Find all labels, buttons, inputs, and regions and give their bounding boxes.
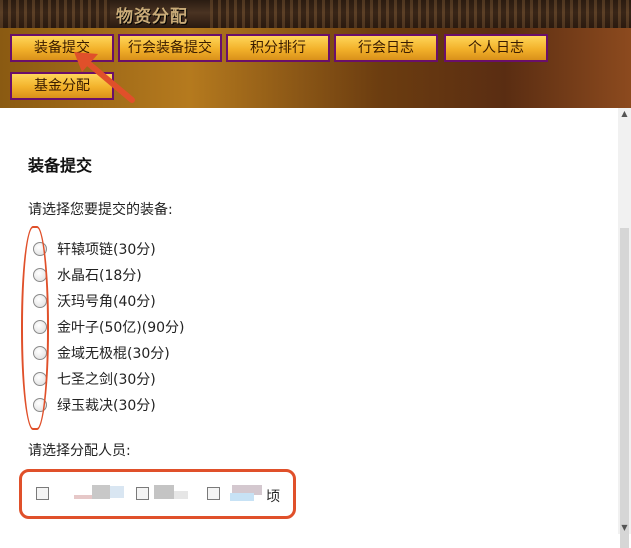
arrow-icon [74,52,135,103]
annotation-ellipse [21,226,49,430]
tab-points-ranking[interactable]: 积分排行 [226,34,330,62]
annotation-box [19,469,296,519]
equipment-label: 沃玛号角(40分) [57,294,156,310]
scroll-down-icon[interactable]: ▼ [618,522,631,534]
equipment-option[interactable]: 水晶石(18分) [33,264,142,286]
equipment-option[interactable]: 金域无极棍(30分) [33,342,170,364]
scroll-thumb[interactable] [620,228,629,548]
equipment-option[interactable]: 七圣之剑(30分) [33,368,156,390]
tab-guild-log[interactable]: 行会日志 [334,34,438,62]
equipment-label: 绿玉裁决(30分) [57,398,156,414]
equipment-option[interactable]: 沃玛号角(40分) [33,290,156,312]
equipment-label: 水晶石(18分) [57,268,142,284]
tab-personal-log[interactable]: 个人日志 [444,34,548,62]
title-ornament-left [0,0,110,28]
equipment-label: 轩辕项链(30分) [57,242,156,258]
equipment-option[interactable]: 绿玉裁决(30分) [33,394,156,416]
equipment-label: 七圣之剑(30分) [57,372,156,388]
equipment-label: 金域无极棍(30分) [57,346,170,362]
window-title: 物资分配 [116,7,188,27]
members-prompt: 请选择分配人员: [28,443,131,459]
equipment-option[interactable]: 轩辕项链(30分) [33,238,156,260]
scroll-up-icon[interactable]: ▲ [618,108,631,120]
equipment-label: 金叶子(50亿)(90分) [57,320,185,336]
equipment-option[interactable]: 金叶子(50亿)(90分) [33,316,184,338]
scrollbar[interactable]: ▲ ▼ [618,108,631,548]
title-bar: 物资分配 [0,0,631,28]
section-heading: 装备提交 [28,156,93,175]
equipment-prompt: 请选择您要提交的装备: [28,202,173,218]
title-ornament-right [210,0,631,28]
